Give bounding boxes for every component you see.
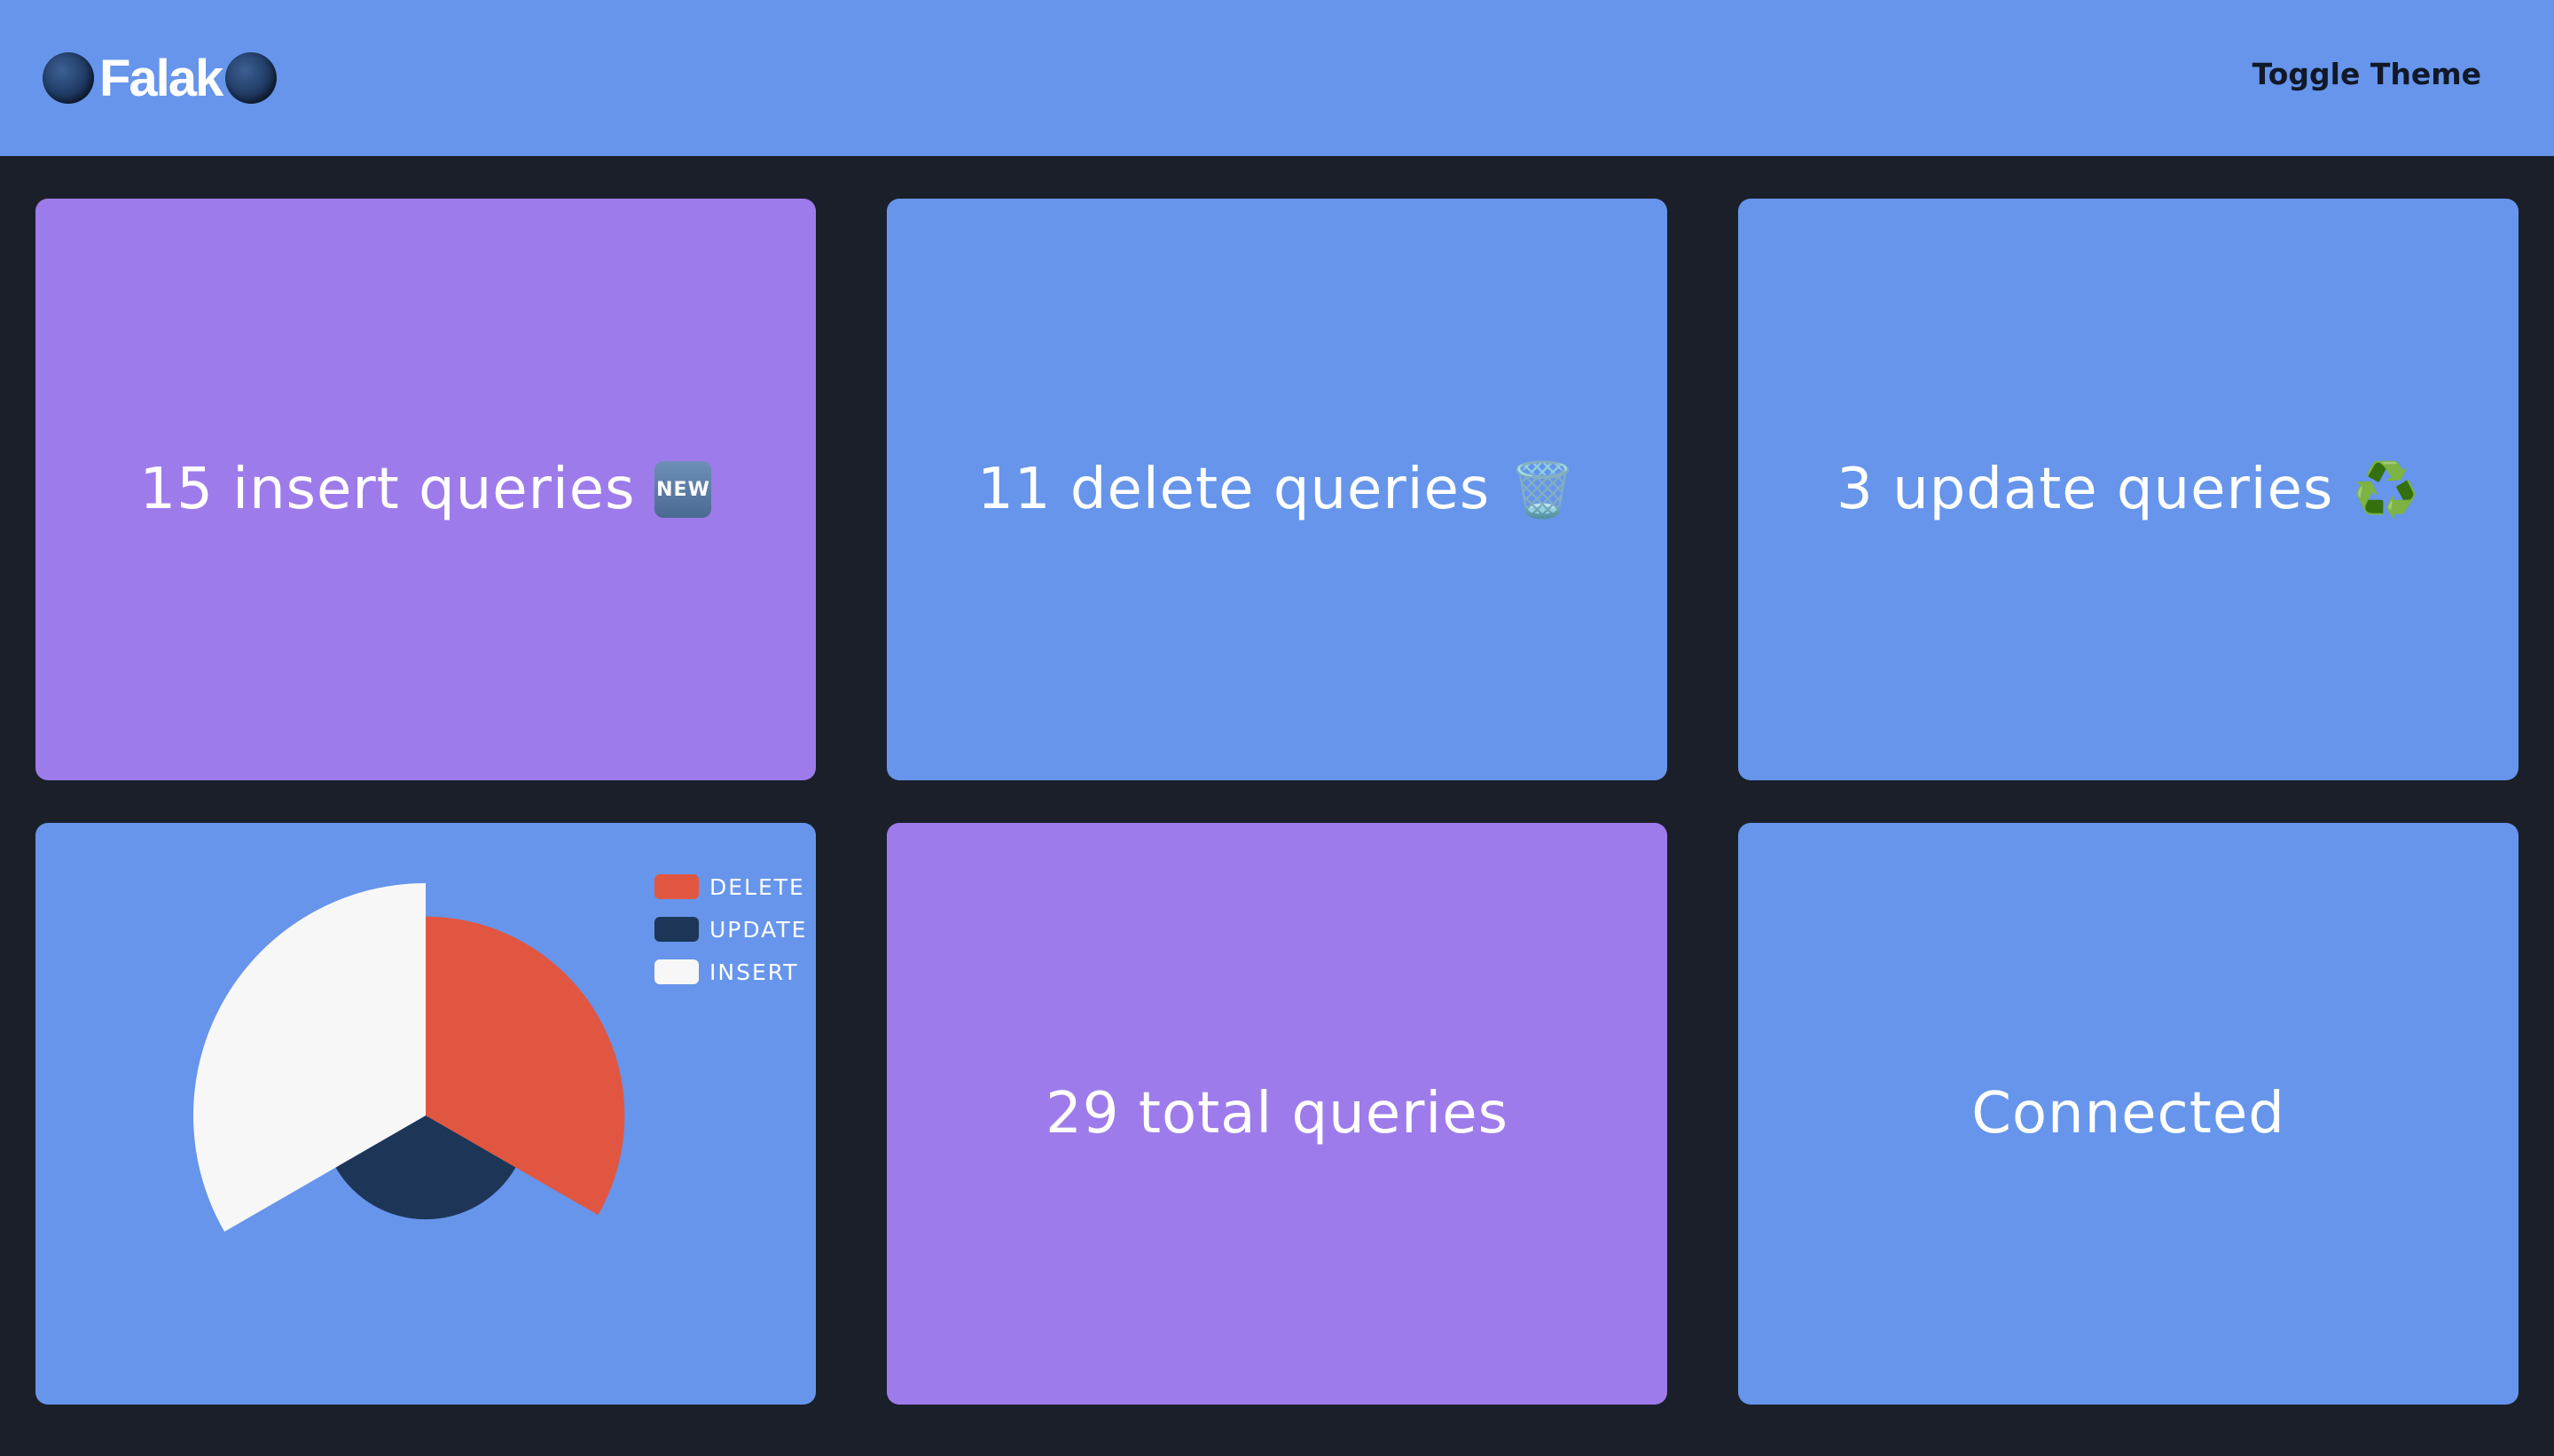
globe-icon [43, 52, 94, 104]
legend-swatch-update [654, 917, 699, 942]
app-logo[interactable]: Falak [43, 43, 278, 114]
connection-status-card: Connected [1738, 823, 2519, 1405]
connection-status-text: Connected [1971, 1081, 2285, 1147]
update-queries-text: 3 update queries [1837, 457, 2334, 522]
legend-label-insert: INSERT [709, 959, 799, 985]
total-queries-card: 29 total queries [887, 823, 1667, 1405]
app-header: Falak Toggle Theme [0, 0, 2554, 156]
delete-queries-text: 11 delete queries [977, 457, 1491, 522]
legend-swatch-delete [654, 874, 699, 899]
legend-item-delete[interactable]: DELETE [654, 865, 807, 908]
query-pie-chart-card: DELETE UPDATE INSERT [35, 823, 816, 1405]
toggle-theme-button[interactable]: Toggle Theme [2252, 57, 2481, 91]
total-queries-text: 29 total queries [1046, 1081, 1508, 1147]
app-name: Falak [99, 49, 223, 107]
insert-queries-card: 15 insert queries NEW [35, 199, 816, 780]
delete-queries-card: 11 delete queries 🗑️ [887, 199, 1667, 780]
legend-label-update: UPDATE [709, 916, 808, 943]
wastebasket-icon: 🗑️ [1509, 458, 1577, 521]
legend-swatch-insert [654, 959, 699, 984]
legend-item-insert[interactable]: INSERT [654, 951, 807, 993]
insert-queries-text: 15 insert queries [139, 457, 636, 522]
update-queries-card: 3 update queries ♻️ [1738, 199, 2519, 780]
new-badge-icon: NEW [654, 461, 712, 518]
legend-label-delete: DELETE [709, 873, 805, 900]
recycle-icon: ♻️ [2353, 458, 2420, 521]
legend-item-update[interactable]: UPDATE [654, 908, 807, 951]
globe-icon [225, 52, 278, 104]
chart-legend: DELETE UPDATE INSERT [654, 865, 807, 993]
